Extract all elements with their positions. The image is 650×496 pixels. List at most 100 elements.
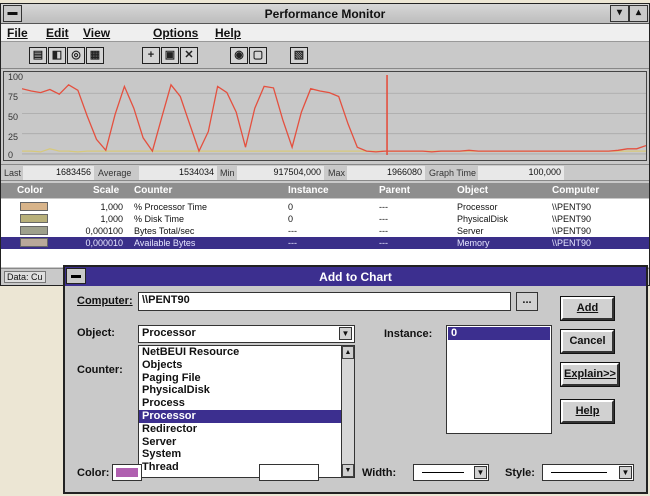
color-swatch (20, 226, 48, 235)
alert-view-icon[interactable]: ◧ (48, 47, 66, 64)
maximize-button[interactable]: ▴ (629, 5, 648, 22)
cancel-button-label: Cancel (569, 335, 606, 347)
add-counter-icon[interactable]: + (142, 47, 160, 64)
object-option[interactable]: Processor (139, 409, 354, 423)
object-option[interactable]: Process (139, 397, 354, 410)
color-combo[interactable] (112, 464, 142, 481)
object-cell: PhysicalDisk (457, 214, 509, 224)
menu-options[interactable]: Options (153, 26, 198, 40)
object-option[interactable]: NetBEUI Resource (139, 346, 354, 359)
object-dropdown-list[interactable]: NetBEUI Resource Objects Paging File Physic… (138, 345, 355, 478)
instance-cell: 0 (288, 202, 294, 212)
counter-cell: % Processor Time (134, 202, 208, 212)
color-swatch (20, 238, 48, 247)
add-button[interactable]: Add (560, 296, 615, 321)
statistics-bar: Last 1683456 Average 1534034 Min 917504,… (1, 164, 649, 181)
computer-field[interactable]: \\PENT90 (138, 292, 511, 311)
scale-cell: 1,000 (100, 214, 123, 224)
status-text: Data: Cu (4, 271, 46, 283)
min-value: 917504,000 (237, 166, 324, 180)
performance-graph: 100 75 50 25 0 (3, 71, 647, 161)
help-button[interactable]: Help (560, 399, 615, 424)
col-color: Color (17, 185, 44, 196)
scale-combo[interactable] (259, 464, 319, 481)
minimize-button[interactable]: ▾ (610, 5, 629, 22)
legend-row[interactable]: 1,000 % Processor Time 0 --- Processor \… (1, 201, 649, 213)
menu-help[interactable]: Help (215, 26, 241, 40)
instance-cell: --- (288, 226, 297, 236)
title-bar: ▬ Performance Monitor ▾ ▴ (1, 4, 649, 24)
scroll-up-icon[interactable]: ▲ (342, 346, 354, 359)
y-tick-100: 100 (8, 72, 24, 82)
menu-file[interactable]: File (7, 26, 28, 40)
col-computer: Computer (552, 185, 600, 196)
counter-cell: Available Bytes (134, 238, 196, 248)
menu-view[interactable]: View (83, 26, 110, 40)
log-view-icon[interactable]: ◎ (67, 47, 85, 64)
object-option[interactable]: Redirector (139, 423, 354, 436)
y-tick-25: 25 (8, 132, 19, 142)
object-list-scrollbar[interactable]: ▲ ▼ (341, 346, 354, 477)
width-combo[interactable]: ▼ (413, 464, 489, 481)
object-option[interactable]: PhysicalDisk (139, 384, 354, 397)
counter-cell: % Disk Time (134, 214, 185, 224)
color-label: Color: (77, 467, 110, 479)
update-data-icon[interactable]: ◉ (230, 47, 248, 64)
explain-button-label: Explain>> (564, 368, 616, 380)
performance-monitor-window: ▬ Performance Monitor ▾ ▴ File Edit View… (0, 3, 650, 286)
y-tick-75: 75 (8, 92, 19, 102)
bookmark-icon[interactable]: ▢ (249, 47, 267, 64)
object-option[interactable]: Server (139, 436, 354, 449)
graph-plot-area (22, 75, 646, 155)
object-option[interactable]: Thread (139, 461, 354, 474)
width-preview-line (422, 472, 464, 473)
parent-cell: --- (379, 214, 388, 224)
cancel-button[interactable]: Cancel (560, 329, 615, 354)
chevron-down-icon[interactable]: ▼ (339, 327, 352, 340)
y-tick-0: 0 (8, 150, 14, 160)
toolbar: ▤ ◧ ◎ ▦ + ▣ ✕ ◉ ▢ ▧ (1, 43, 649, 69)
object-option[interactable]: Paging File (139, 372, 354, 385)
delete-counter-icon[interactable]: ✕ (180, 47, 198, 64)
parent-cell: --- (379, 238, 388, 248)
min-label: Min (220, 168, 235, 178)
computer-cell: \\PENT90 (552, 238, 592, 248)
object-select[interactable]: Processor ▼ (138, 325, 355, 343)
col-counter: Counter (134, 185, 173, 196)
computer-cell: \\PENT90 (552, 214, 592, 224)
object-option[interactable]: System (139, 448, 354, 461)
edit-counter-icon[interactable]: ▣ (161, 47, 179, 64)
last-value: 1683456 (23, 166, 94, 180)
object-option[interactable]: Objects (139, 359, 354, 372)
instance-list[interactable]: 0 (446, 325, 552, 434)
chevron-down-icon[interactable]: ▼ (619, 466, 632, 479)
average-label: Average (98, 168, 132, 178)
report-view-icon[interactable]: ▦ (86, 47, 104, 64)
scroll-down-icon[interactable]: ▼ (342, 464, 354, 477)
menu-edit[interactable]: Edit (46, 26, 69, 40)
instance-item-selected[interactable]: 0 (448, 327, 550, 340)
legend-list: 1,000 % Processor Time 0 --- Processor \… (1, 199, 649, 267)
options-icon[interactable]: ▧ (290, 47, 308, 64)
legend-row[interactable]: 1,000 % Disk Time 0 --- PhysicalDisk \\P… (1, 213, 649, 225)
instance-cell: 0 (288, 214, 294, 224)
object-cell: Processor (457, 202, 498, 212)
col-parent: Parent (379, 185, 411, 196)
max-value: 1966080 (347, 166, 425, 180)
chart-view-icon[interactable]: ▤ (29, 47, 47, 64)
max-label: Max (328, 168, 346, 178)
col-scale: Scale (93, 185, 120, 196)
legend-row[interactable]: 0,000100 Bytes Total/sec --- --- Server … (1, 225, 649, 237)
graph-time-label: Graph Time (429, 168, 477, 178)
explain-button[interactable]: Explain>> (560, 362, 620, 387)
legend-row-selected[interactable]: 0,000010 Available Bytes --- --- Memory … (1, 237, 649, 249)
counter-cell: Bytes Total/sec (134, 226, 195, 236)
browse-computer-button[interactable]: ... (516, 292, 538, 311)
instance-cell: --- (288, 238, 297, 248)
computer-cell: \\PENT90 (552, 226, 592, 236)
chevron-down-icon[interactable]: ▼ (474, 466, 487, 479)
add-to-chart-dialog: ▬ Add to Chart Computer: \\PENT90 ... Ob… (63, 265, 648, 494)
color-swatch (20, 214, 48, 223)
style-combo[interactable]: ▼ (542, 464, 634, 481)
y-tick-50: 50 (8, 112, 19, 122)
